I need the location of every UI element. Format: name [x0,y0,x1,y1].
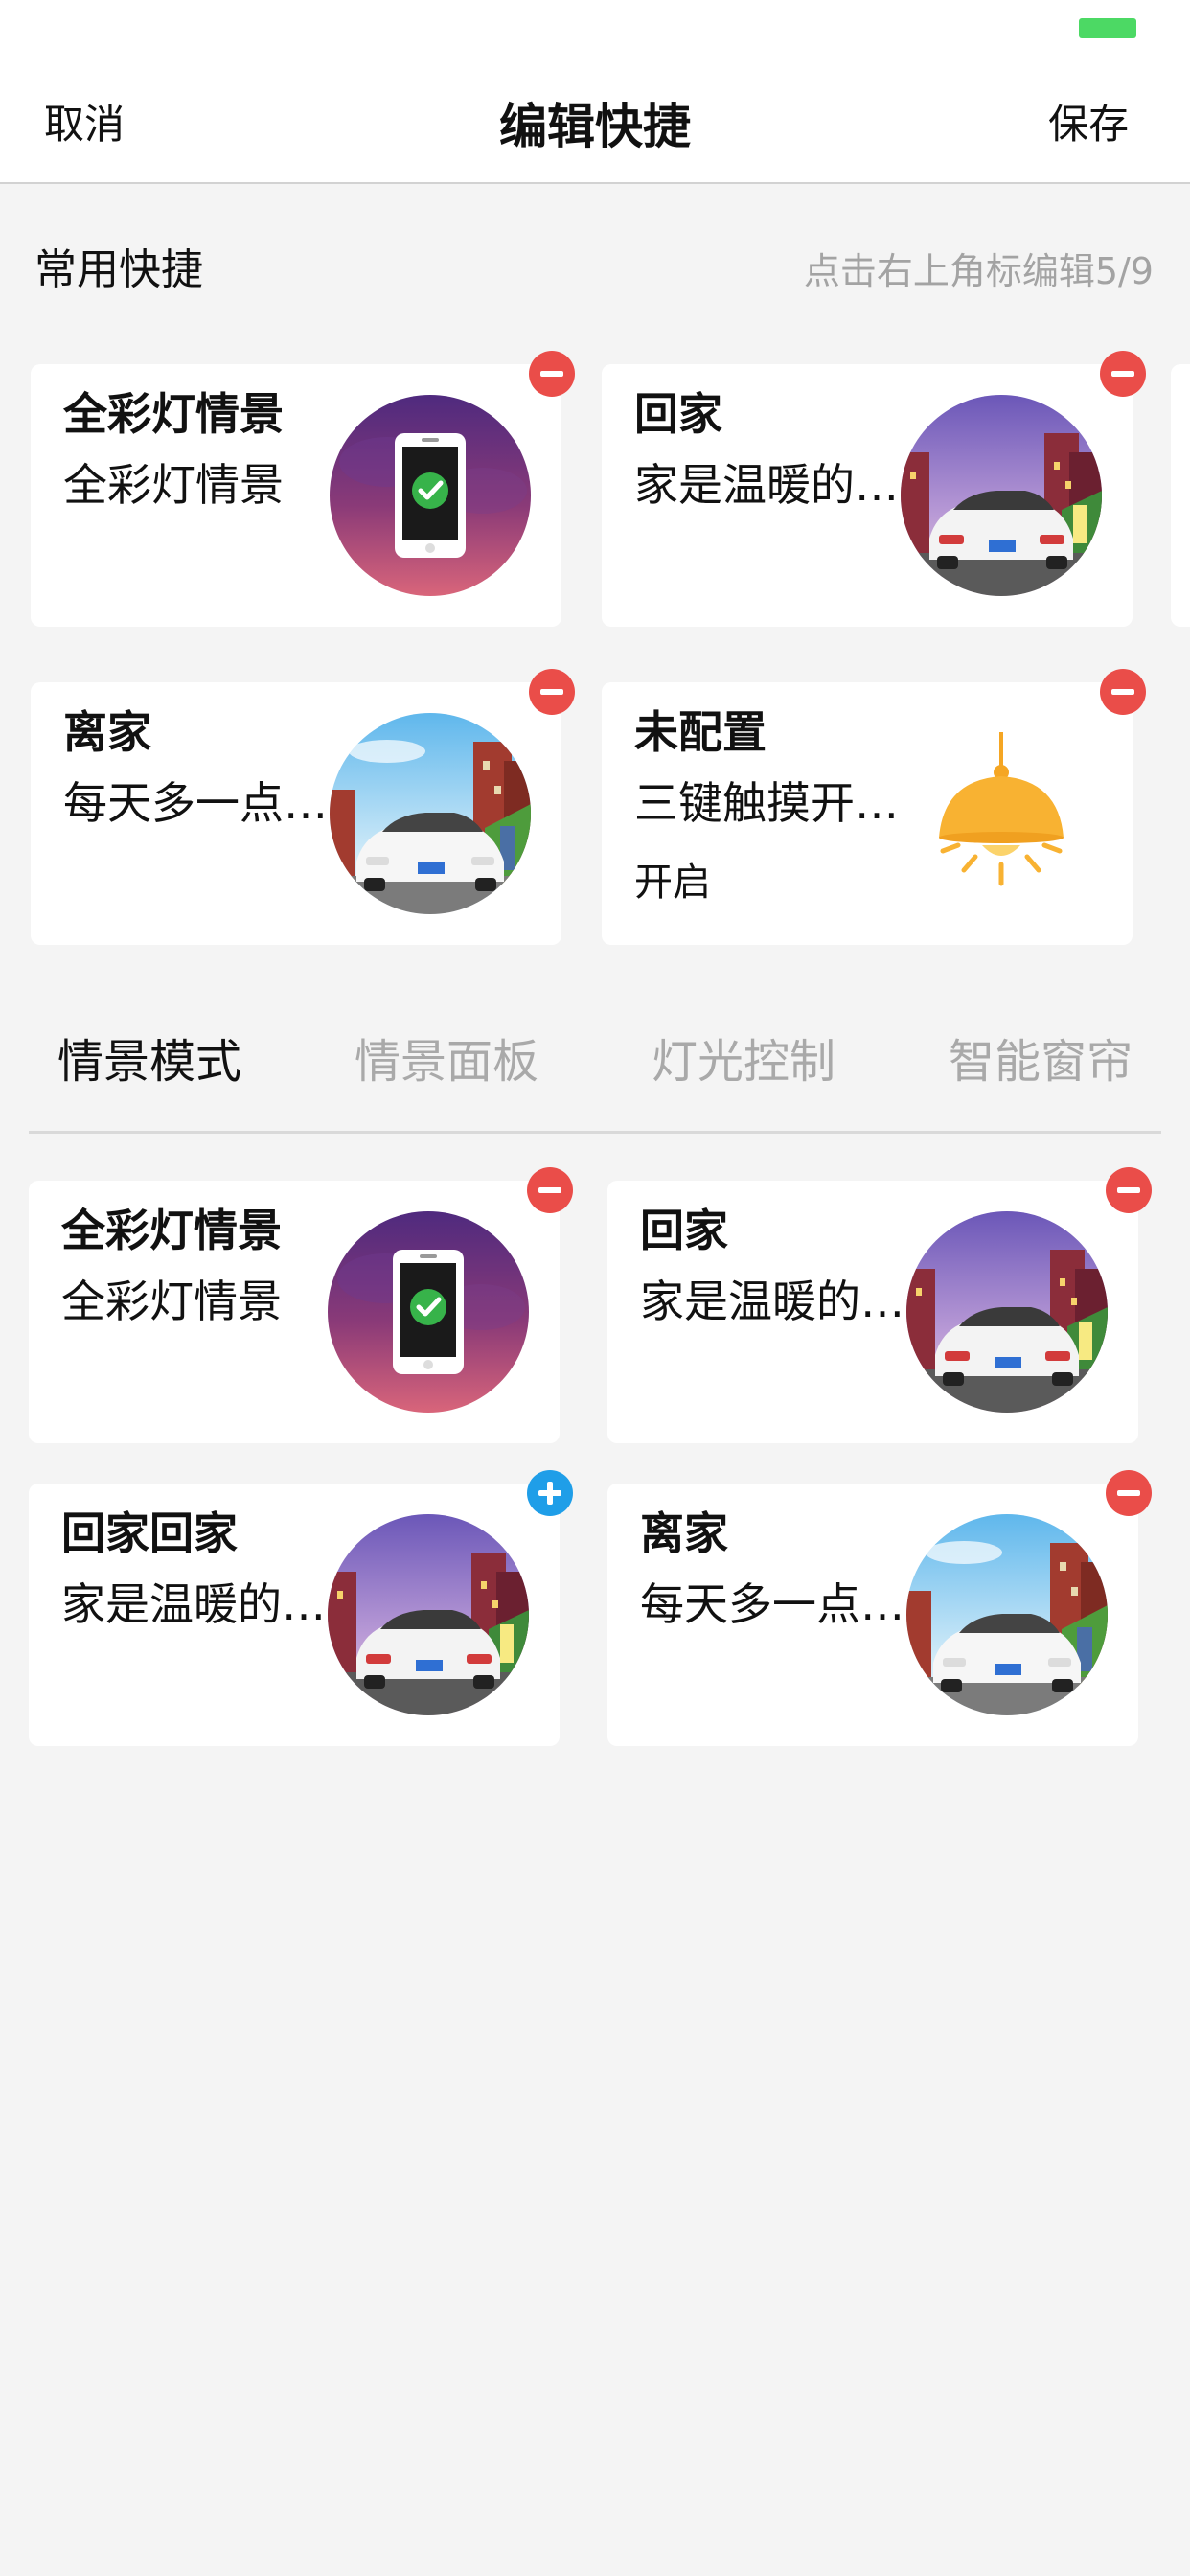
car-dusk-icon [906,1211,1108,1413]
favorite-card-overflow [1171,364,1190,627]
card-title: 离家 [63,706,151,758]
page-title: 编辑快捷 [499,99,691,154]
category-tabs: 情景模式 情景面板 灯光控制 智能窗帘 [0,997,1190,1089]
remove-badge-icon[interactable] [529,351,575,397]
add-badge-icon[interactable] [527,1470,573,1516]
card-title: 回家 [640,1205,728,1256]
phone-check-icon [328,1211,529,1413]
remove-badge-icon[interactable] [1106,1167,1152,1213]
car-day-icon [330,713,531,914]
card-title: 回家回家 [61,1507,238,1559]
tab-smart-curtain[interactable]: 智能窗帘 [949,1024,1133,1091]
card-description: 家是温暖的… [640,1276,904,1327]
battery-icon [1079,18,1136,38]
nav-bar: 取消 编辑快捷 保存 [0,58,1190,184]
car-dusk-icon [328,1514,529,1715]
car-day-icon [906,1514,1108,1715]
remove-badge-icon[interactable] [527,1167,573,1213]
scene-card[interactable]: 离家 每天多一点… [607,1484,1138,1746]
remove-badge-icon[interactable] [1100,351,1146,397]
tab-scene-mode[interactable]: 情景模式 [57,1024,241,1091]
card-status: 开启 [634,861,711,905]
card-description: 每天多一点… [640,1578,904,1630]
tabs-divider [29,1131,1161,1134]
card-description: 家是温暖的… [634,459,899,511]
card-title: 未配置 [634,706,767,758]
favorite-card[interactable]: 全彩灯情景 全彩灯情景 [31,364,561,627]
favorite-card[interactable]: 未配置 三键触摸开… 开启 [602,682,1133,945]
favorites-hint: 点击右上角标编辑5/9 [803,250,1154,292]
remove-badge-icon[interactable] [1100,669,1146,715]
card-title: 离家 [640,1507,728,1559]
tab-light-control[interactable]: 灯光控制 [652,1024,835,1091]
card-title: 回家 [634,388,722,440]
scene-card[interactable]: 全彩灯情景 全彩灯情景 [29,1181,560,1443]
remove-badge-icon[interactable] [529,669,575,715]
favorite-card[interactable]: 离家 每天多一点… [31,682,561,945]
card-description: 三键触摸开… [634,777,899,829]
card-description: 全彩灯情景 [61,1276,282,1327]
phone-check-icon [330,395,531,596]
card-description: 全彩灯情景 [63,459,284,511]
scene-card[interactable]: 回家 家是温暖的… [607,1181,1138,1443]
save-button[interactable]: 保存 [1048,92,1129,150]
favorite-card[interactable]: 回家 家是温暖的… [602,364,1133,627]
scene-card[interactable]: 回家回家 家是温暖的… [29,1484,560,1746]
remove-badge-icon[interactable] [1106,1470,1152,1516]
card-title: 全彩灯情景 [61,1205,282,1256]
status-bar [0,0,1190,58]
card-title: 全彩灯情景 [63,388,284,440]
lamp-icon [901,713,1102,914]
favorites-section-title: 常用快捷 [34,245,203,294]
tab-scene-panel[interactable]: 情景面板 [355,1024,538,1091]
card-description: 每天多一点… [63,777,328,829]
card-description: 家是温暖的… [61,1578,326,1630]
car-dusk-icon [901,395,1102,596]
